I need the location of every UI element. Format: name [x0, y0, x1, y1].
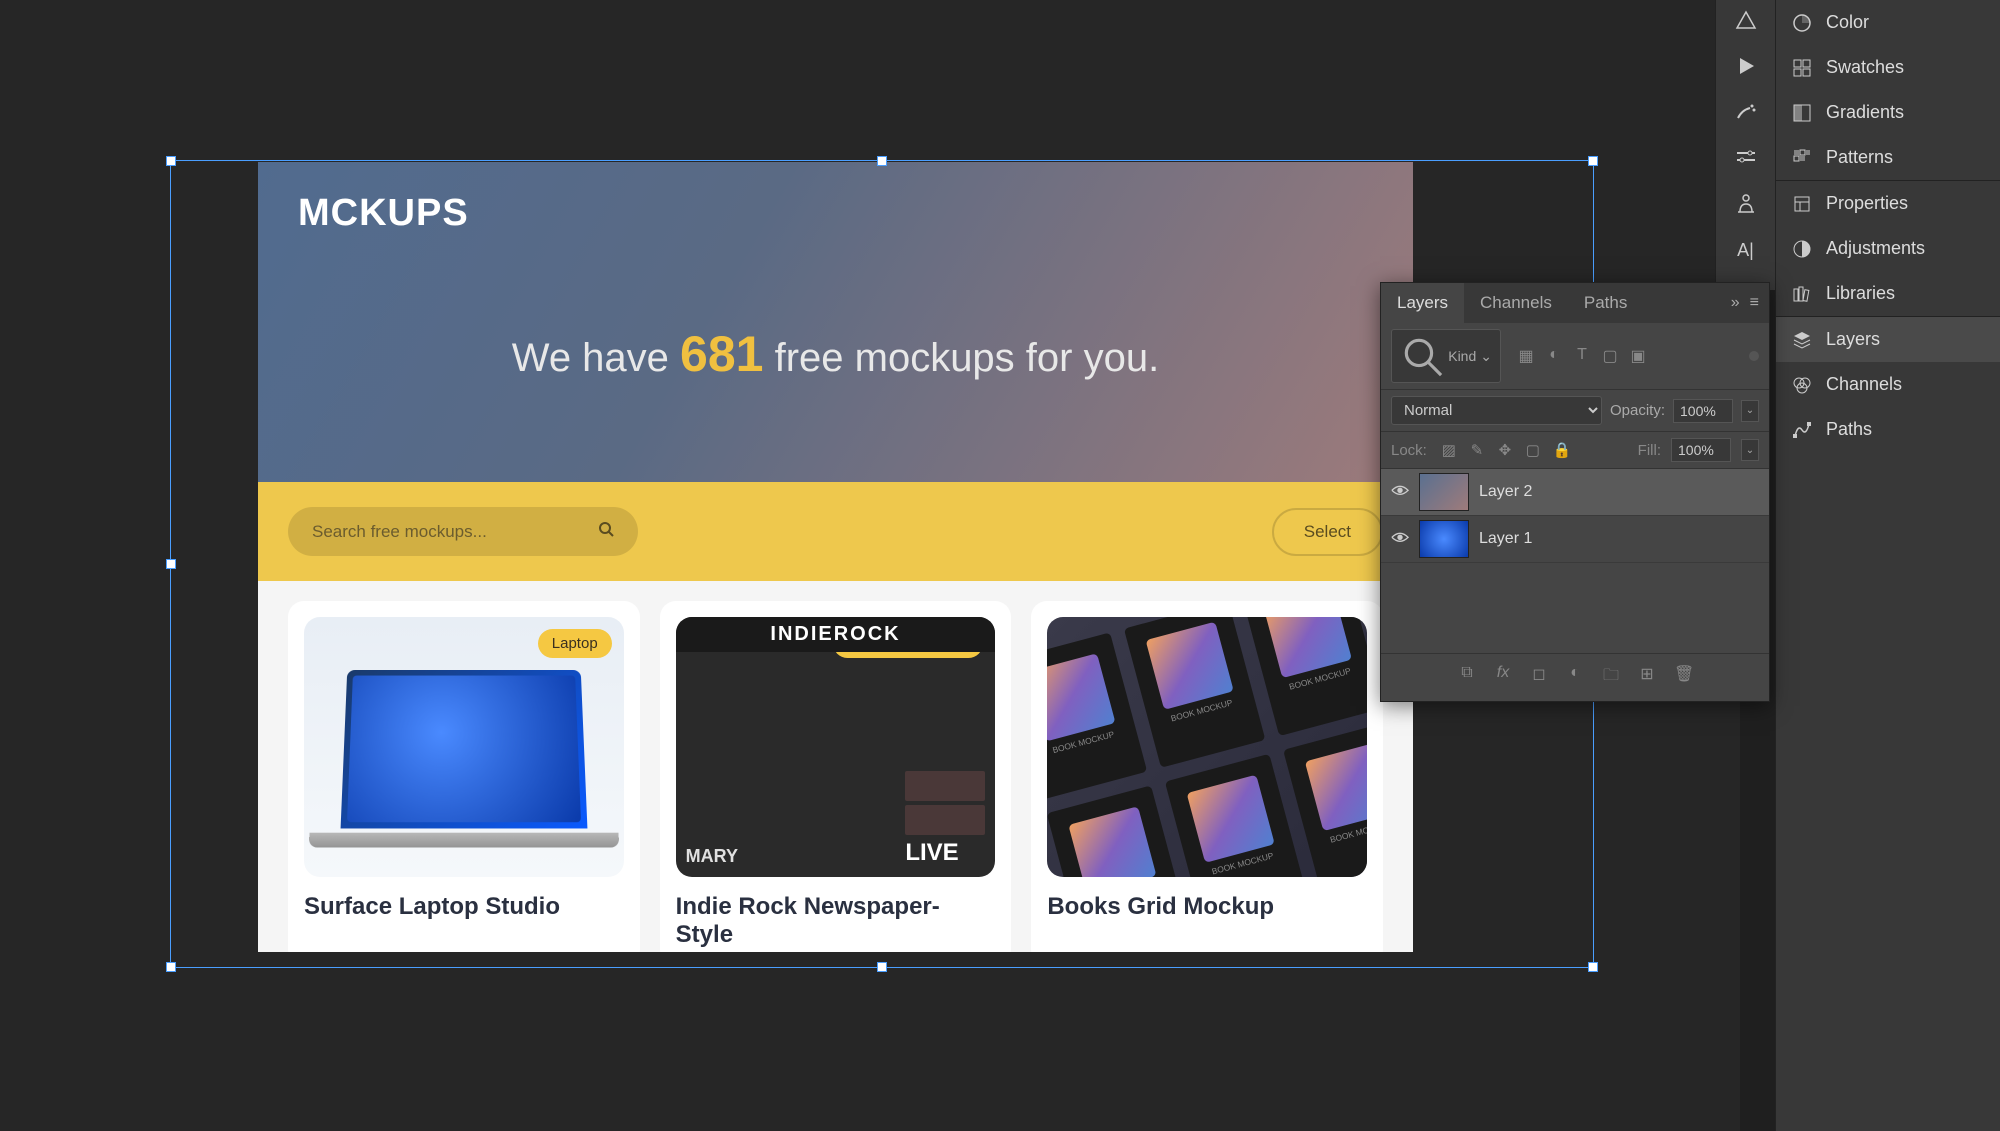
panel-group-color: Color Swatches Gradients Patterns: [1776, 0, 2000, 180]
panel-libraries[interactable]: Libraries: [1776, 271, 2000, 316]
tab-paths[interactable]: Paths: [1568, 283, 1643, 323]
paths-icon: [1792, 420, 1812, 440]
handle-bottom-middle[interactable]: [877, 962, 887, 972]
fill-dropdown[interactable]: ⌄: [1741, 439, 1759, 461]
adjustment-layer-icon[interactable]: ◐: [1566, 664, 1584, 691]
panel-color[interactable]: Color: [1776, 0, 2000, 45]
collapse-icon[interactable]: »: [1731, 294, 1740, 312]
patterns-icon: [1792, 148, 1812, 168]
handle-top-right[interactable]: [1588, 156, 1598, 166]
opacity-dropdown[interactable]: ⌄: [1741, 400, 1759, 422]
layer-filter-row: Kind ⌄ ▦ ◐ T ▢ ▣: [1381, 323, 1769, 390]
handle-bottom-right[interactable]: [1588, 962, 1598, 972]
visibility-toggle-icon[interactable]: [1391, 530, 1409, 548]
layer-row[interactable]: Layer 1: [1381, 516, 1769, 563]
panel-label: Libraries: [1826, 283, 1895, 304]
handle-top-middle[interactable]: [877, 156, 887, 166]
panel-adjustments[interactable]: Adjustments: [1776, 226, 2000, 271]
adjustments-icon: [1792, 239, 1812, 259]
panel-label: Channels: [1826, 374, 1902, 395]
lock-all-icon[interactable]: 🔒: [1553, 441, 1569, 459]
panel-label: Layers: [1826, 329, 1880, 350]
filter-shape-icon[interactable]: ▢: [1601, 346, 1619, 366]
visibility-toggle-icon[interactable]: [1391, 483, 1409, 501]
text-icon[interactable]: A|: [1734, 238, 1758, 262]
panel-layers[interactable]: Layers: [1776, 317, 2000, 362]
fill-label: Fill:: [1638, 442, 1661, 459]
tab-layers[interactable]: Layers: [1381, 283, 1464, 323]
lock-artboard-icon[interactable]: ▢: [1525, 441, 1541, 459]
panel-properties[interactable]: Properties: [1776, 181, 2000, 226]
swatches-icon: [1792, 58, 1812, 78]
layer-row[interactable]: Layer 2: [1381, 469, 1769, 516]
opacity-label: Opacity:: [1610, 402, 1665, 419]
filter-smart-icon[interactable]: ▣: [1629, 346, 1647, 366]
right-panel-dock: Color Swatches Gradients Patterns Proper…: [1775, 0, 2000, 1131]
layer-name[interactable]: Layer 2: [1479, 483, 1532, 501]
link-layers-icon[interactable]: ⧉: [1458, 664, 1476, 691]
panel-gradients[interactable]: Gradients: [1776, 90, 2000, 135]
panel-swatches[interactable]: Swatches: [1776, 45, 2000, 90]
handle-bottom-left[interactable]: [166, 962, 176, 972]
lock-row: Lock: ▨ ✎ ✥ ▢ 🔒 Fill: 100% ⌄: [1381, 432, 1769, 469]
new-layer-icon[interactable]: ⊞: [1638, 664, 1656, 691]
layer-thumbnail[interactable]: [1419, 473, 1469, 511]
gradients-icon: [1792, 103, 1812, 123]
layer-group-icon[interactable]: 🗀: [1602, 664, 1620, 691]
layer-fx-icon[interactable]: fx: [1494, 664, 1512, 691]
play-icon[interactable]: [1734, 54, 1758, 78]
filter-type-icons: ▦ ◐ T ▢ ▣: [1517, 346, 1647, 366]
handle-middle-left[interactable]: [166, 559, 176, 569]
menu-icon[interactable]: ≡: [1750, 294, 1759, 312]
panel-paths[interactable]: Paths: [1776, 407, 2000, 452]
panel-group-layers: Layers Channels Paths: [1776, 317, 2000, 452]
figure-icon[interactable]: [1734, 192, 1758, 216]
filter-adjust-icon[interactable]: ◐: [1545, 346, 1563, 366]
filter-toggle[interactable]: [1749, 351, 1759, 361]
panel-label: Patterns: [1826, 147, 1893, 168]
filter-pixel-icon[interactable]: ▦: [1517, 346, 1535, 366]
panel-label: Properties: [1826, 193, 1908, 214]
adjust-lines-icon[interactable]: [1734, 146, 1758, 170]
panel-label: Paths: [1826, 419, 1872, 440]
lock-transparency-icon[interactable]: ▨: [1441, 441, 1457, 459]
color-wheel-icon: [1792, 13, 1812, 33]
fill-input[interactable]: 100%: [1671, 438, 1731, 462]
panel-channels[interactable]: Channels: [1776, 362, 2000, 407]
delete-layer-icon[interactable]: 🗑: [1674, 664, 1692, 691]
lock-position-icon[interactable]: ✥: [1497, 441, 1513, 459]
panel-group-properties: Properties Adjustments Libraries: [1776, 181, 2000, 316]
lock-paint-icon[interactable]: ✎: [1469, 441, 1485, 459]
blend-mode-select[interactable]: Normal: [1391, 396, 1602, 425]
layers-footer: ⧉ fx ◻ ◐ 🗀 ⊞ 🗑: [1381, 653, 1769, 701]
handle-top-left[interactable]: [166, 156, 176, 166]
channels-icon: [1792, 375, 1812, 395]
filter-type-icon[interactable]: T: [1573, 346, 1591, 366]
collapsed-toolbar: A|: [1715, 0, 1775, 290]
panel-patterns[interactable]: Patterns: [1776, 135, 2000, 180]
panel-label: Adjustments: [1826, 238, 1925, 259]
panel-label: Swatches: [1826, 57, 1904, 78]
properties-icon: [1792, 194, 1812, 214]
filter-kind-select[interactable]: Kind ⌄: [1391, 329, 1501, 383]
lock-label: Lock:: [1391, 442, 1427, 459]
layers-floating-panel[interactable]: Layers Channels Paths » ≡ Kind ⌄ ▦ ◐ T ▢…: [1380, 282, 1770, 702]
layers-icon: [1792, 330, 1812, 350]
layer-name[interactable]: Layer 1: [1479, 530, 1532, 548]
layers-tabs: Layers Channels Paths » ≡: [1381, 283, 1769, 323]
opacity-input[interactable]: 100%: [1673, 399, 1733, 423]
layer-mask-icon[interactable]: ◻: [1530, 664, 1548, 691]
brush-dots-icon[interactable]: [1734, 100, 1758, 124]
layer-thumbnail[interactable]: [1419, 520, 1469, 558]
panel-label: Color: [1826, 12, 1869, 33]
tab-channels[interactable]: Channels: [1464, 283, 1568, 323]
libraries-icon: [1792, 284, 1812, 304]
blend-row: Normal Opacity: 100% ⌄: [1381, 390, 1769, 432]
triangle-icon[interactable]: [1734, 8, 1758, 32]
panel-label: Gradients: [1826, 102, 1904, 123]
